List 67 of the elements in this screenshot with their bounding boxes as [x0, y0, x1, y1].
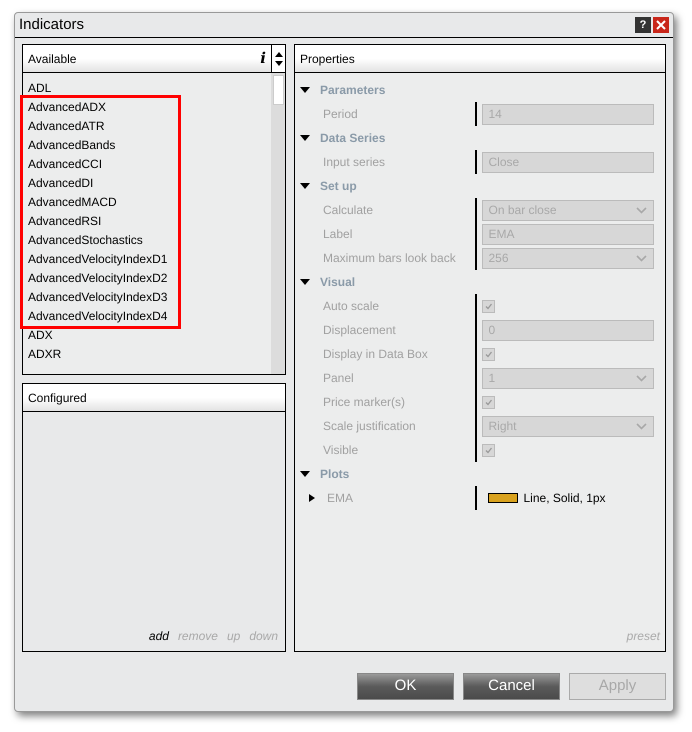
indicator-item[interactable]: ADL — [28, 79, 271, 98]
scroll-up-icon[interactable] — [274, 52, 282, 56]
panel-title: Properties — [300, 50, 355, 68]
check-icon — [484, 398, 492, 406]
indicator-item[interactable]: AdvancedBands — [28, 136, 178, 155]
checkbox[interactable] — [482, 396, 494, 408]
indicator-item[interactable]: AdvancedStochastics — [28, 231, 178, 250]
indicator-item[interactable]: AdvancedVelocityIndexD2 — [28, 269, 178, 288]
property-label: Panel — [323, 371, 354, 385]
check-icon — [484, 350, 492, 358]
collapse-icon[interactable] — [300, 86, 310, 94]
indicator-item[interactable]: AdvancedVelocityIndexD4 — [28, 307, 178, 326]
window-title: Indicators — [19, 14, 84, 35]
info-button[interactable]: i — [260, 47, 266, 70]
collapse-icon[interactable] — [300, 182, 310, 190]
property-label: Scale justification — [323, 419, 416, 433]
color-swatch[interactable] — [488, 493, 518, 503]
checkbox[interactable] — [482, 300, 494, 312]
plot-style: Line, Solid, 1px — [524, 490, 606, 507]
indicator-item[interactable]: ADX — [28, 326, 271, 345]
indicator-item[interactable]: AdvancedDI — [28, 174, 178, 193]
property-label: Label — [323, 227, 352, 241]
property-label: Auto scale — [323, 299, 380, 313]
indicator-item[interactable]: AdvancedVelocityIndexD1 — [28, 250, 178, 269]
category-header: Parameters — [320, 82, 386, 99]
scrollbar-thumb[interactable] — [272, 75, 284, 105]
indicator-item[interactable]: AdvancedVelocityIndexD3 — [28, 288, 178, 307]
property-label: Input series — [323, 155, 386, 169]
chevron-down-icon — [636, 422, 646, 430]
collapse-icon[interactable] — [300, 278, 310, 286]
check-icon — [484, 302, 492, 310]
chevron-down-icon — [636, 206, 646, 214]
category-header: Set up — [320, 178, 357, 195]
checkbox[interactable] — [482, 348, 494, 360]
dialog-button[interactable]: OK — [357, 673, 454, 700]
indicator-item[interactable]: AdvancedADX — [28, 98, 178, 117]
panel-title: Available — [28, 50, 76, 68]
property-label: EMA — [327, 490, 354, 507]
category-header: Plots — [320, 466, 350, 483]
indicator-item[interactable]: AdvancedRSI — [28, 212, 178, 231]
collapse-icon[interactable] — [300, 470, 310, 478]
chevron-down-icon — [636, 254, 646, 262]
help-button[interactable]: ? — [635, 17, 651, 33]
property-label: Period — [323, 107, 358, 121]
expand-icon[interactable] — [307, 494, 317, 502]
indicator-item[interactable]: ADXR — [28, 345, 271, 364]
close-button[interactable] — [653, 17, 669, 33]
chevron-down-icon — [636, 374, 646, 382]
indicator-item[interactable]: AdvancedCCI — [28, 155, 178, 174]
category-header: Data Series — [320, 130, 386, 147]
property-label: Display in Data Box — [323, 347, 428, 361]
property-label: Calculate — [323, 203, 374, 217]
collapse-icon[interactable] — [300, 134, 310, 142]
dialog-button[interactable]: Cancel — [463, 673, 560, 700]
property-label: Price marker(s) — [323, 395, 406, 409]
check-icon — [484, 446, 492, 454]
category-header: Visual — [320, 274, 356, 291]
indicator-item[interactable]: AdvancedMACD — [28, 193, 178, 212]
action-link[interactable]: add — [148, 627, 169, 645]
property-label: Visible — [323, 443, 358, 457]
panel-title: Configured — [28, 390, 87, 406]
close-icon — [656, 20, 666, 30]
indicator-item[interactable]: AdvancedATR — [28, 117, 178, 136]
scroll-down-icon[interactable] — [274, 60, 282, 66]
checkbox[interactable] — [482, 444, 494, 456]
property-label: Maximum bars look back — [323, 251, 456, 265]
property-label: Displacement — [323, 323, 396, 337]
